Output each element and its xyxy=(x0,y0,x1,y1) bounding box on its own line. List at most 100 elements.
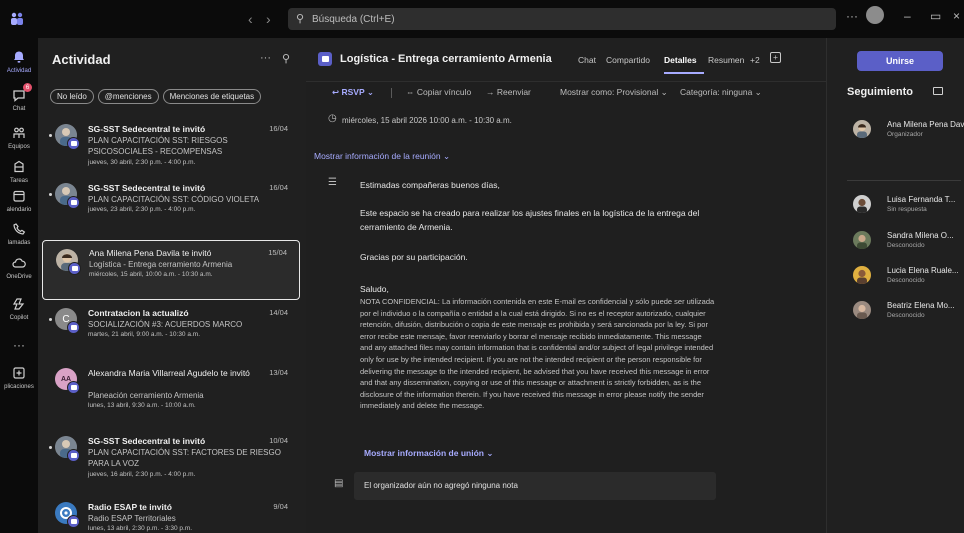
close-icon[interactable]: × xyxy=(953,9,960,23)
rail-label: Chat xyxy=(12,106,26,112)
attendee-name: Sandra Milena O... xyxy=(887,231,954,240)
category-label: Categoría: ninguna xyxy=(680,87,753,97)
attendee-status: Desconocido xyxy=(887,312,925,319)
attendee-item[interactable]: Sandra Milena O... Desconocido xyxy=(847,229,964,259)
rail-item-apps[interactable]: plicaciones xyxy=(0,360,38,404)
attendee-role: Organizador xyxy=(887,131,923,138)
disclaimer-text: NOTA CONFIDENCIAL: La información conten… xyxy=(360,297,715,411)
show-as-dropdown[interactable]: Mostrar como: Provisional ⌄ xyxy=(560,87,668,98)
meeting-notes-box[interactable]: El organizador aún no agregó ninguna not… xyxy=(354,472,716,500)
profile-avatar[interactable] xyxy=(866,6,884,24)
activity-search-icon[interactable]: ⚲ xyxy=(282,52,290,65)
avatar xyxy=(853,231,871,249)
add-tab-icon[interactable]: + xyxy=(770,52,781,63)
show-meeting-info-link[interactable]: Mostrar información de la reunión ⌄ xyxy=(314,151,450,162)
bell-icon xyxy=(10,48,28,66)
attendee-item[interactable]: Beatriz Elena Mo... Desconocido xyxy=(847,299,964,329)
rail-label: plicaciones xyxy=(4,384,34,390)
activity-more-icon[interactable]: ··· xyxy=(260,52,271,64)
back-nav-icon[interactable]: ‹ xyxy=(248,11,253,27)
tab-shared[interactable]: Compartido xyxy=(606,55,650,65)
calendar-icon xyxy=(318,52,332,66)
forward-label: Reenviar xyxy=(496,87,531,97)
meeting-header: Logística - Entrega cerramiento Armenia … xyxy=(306,38,826,82)
show-join-info-label: Mostrar información de unión xyxy=(364,448,484,458)
search-icon: ⚲ xyxy=(296,13,305,25)
filter-chips: No leído @menciones Menciones de etiquet… xyxy=(50,89,262,104)
attendee-item[interactable]: Lucia Elena Ruale... Desconocido xyxy=(847,264,964,294)
filter-unread[interactable]: No leído xyxy=(50,89,94,104)
attendee-status: Desconocido xyxy=(887,242,925,249)
feed-item[interactable]: Radio ESAP te invitó 9/04 Radio ESAP Ter… xyxy=(42,496,300,533)
phone-icon xyxy=(10,220,28,238)
filter-mentions[interactable]: @menciones xyxy=(97,89,159,104)
feed-item[interactable]: SG-SST Sedecentral te invitó 16/04 PLAN … xyxy=(42,177,300,219)
maximize-icon[interactable]: ▭ xyxy=(930,9,941,23)
more-options-icon[interactable]: ··· xyxy=(846,9,858,23)
salute: Saludo, xyxy=(360,284,389,294)
show-join-info-link[interactable]: Mostrar información de unión ⌄ xyxy=(364,448,493,459)
chat-badge: 6 xyxy=(23,83,32,92)
calendar-icon xyxy=(10,187,28,205)
tracking-title: Seguimiento xyxy=(847,86,914,98)
minimize-icon[interactable]: – xyxy=(904,9,911,23)
show-as-label: Mostrar como: Provisional xyxy=(560,87,659,97)
activity-pane: Actividad ··· ⚲ No leído @menciones Menc… xyxy=(38,38,306,533)
tab-chat[interactable]: Chat xyxy=(578,55,596,65)
attendee-status: Sin respuesta xyxy=(887,206,927,213)
calendar-badge-icon xyxy=(67,137,80,150)
tracking-pane: Unirse Seguimiento Ana Milena Pena Dav O… xyxy=(826,38,964,533)
tab-more[interactable]: +2 xyxy=(750,55,760,65)
calendar-badge-icon xyxy=(68,262,81,275)
chevron-down-icon: ⌄ xyxy=(364,87,374,97)
tab-summary[interactable]: Resumen xyxy=(708,55,744,65)
description-icon: ☰ xyxy=(328,177,337,188)
meeting-details: ◷ miércoles, 15 abril 2026 10:00 a.m. - … xyxy=(306,104,826,533)
organizer-item[interactable]: Ana Milena Pena Dav Organizador xyxy=(847,118,964,148)
meeting-title: Logística - Entrega cerramiento Armenia xyxy=(340,53,552,65)
copy-link-button[interactable]: ⇔ Copiar vínculo xyxy=(406,87,471,97)
feed-item-selected[interactable]: Ana Milena Pena Davila te invitó 15/04 L… xyxy=(42,240,300,300)
confidential-note: Saludo, NOTA CONFIDENCIAL: La informació… xyxy=(360,282,716,412)
chevron-down-icon: ⌄ xyxy=(658,87,668,97)
search-box[interactable]: ⚲ xyxy=(288,8,836,30)
notes-placeholder: El organizador aún no agregó ninguna not… xyxy=(364,481,518,490)
attendee-item[interactable]: Luisa Fernanda T... Sin respuesta xyxy=(847,193,964,223)
feed-item[interactable]: SG-SST Sedecentral te invitó 16/04 PLAN … xyxy=(42,118,300,166)
feed-item-title: Alexandra Maria Villarreal Agudelo te in… xyxy=(88,368,250,378)
feed-item-date: 13/04 xyxy=(269,368,288,377)
feed-item-date: 9/04 xyxy=(273,502,288,511)
feed-item[interactable]: C Contratacion la actualizó 14/04 SOCIAL… xyxy=(42,302,300,346)
feed-item-title: Ana Milena Pena Davila te invitó xyxy=(89,248,212,258)
calendar-badge-icon xyxy=(67,321,80,334)
search-input[interactable] xyxy=(312,11,812,27)
description-paragraph: Este espacio se ha creado para realizar … xyxy=(360,208,700,232)
calendar-badge-icon xyxy=(67,381,80,394)
avatar xyxy=(853,266,871,284)
teams-logo-icon[interactable] xyxy=(8,10,26,28)
toolbar-divider xyxy=(391,88,392,98)
clock-icon: ◷ xyxy=(328,113,337,124)
rail-label: OneDrive xyxy=(6,274,32,280)
filter-tag-mentions[interactable]: Menciones de etiquetas xyxy=(162,89,262,104)
rail-item-copilot[interactable]: Copilot xyxy=(0,291,38,335)
rail-label: lamadas xyxy=(7,240,31,246)
feed-item[interactable]: AA Alexandra Maria Villarreal Agudelo te… xyxy=(42,362,300,418)
calendar-badge-icon xyxy=(67,449,80,462)
feed-item-date: 14/04 xyxy=(269,308,288,317)
feed-item-time: lunes, 13 abril, 9:30 a.m. - 10:00 a.m. xyxy=(88,402,196,409)
rail-item-onedrive[interactable]: OneDrive xyxy=(0,250,38,294)
forward-button[interactable]: → Reenviar xyxy=(486,87,531,97)
tab-underline xyxy=(664,72,704,74)
chat-icon: 6 xyxy=(10,83,32,104)
teams-icon xyxy=(10,124,28,142)
more-apps-icon: ··· xyxy=(13,338,25,352)
rsvp-button[interactable]: ↩ RSVP ⌄ xyxy=(332,87,374,98)
feed-item[interactable]: SG-SST Sedecentral te invitó 10/04 PLAN … xyxy=(42,430,300,486)
category-dropdown[interactable]: Categoría: ninguna ⌄ xyxy=(680,87,762,98)
join-button[interactable]: Unirse xyxy=(857,51,943,71)
avatar xyxy=(853,120,871,138)
panel-toggle-icon[interactable] xyxy=(933,87,943,95)
forward-nav-icon[interactable]: › xyxy=(266,11,271,27)
tab-details[interactable]: Detalles xyxy=(664,55,697,65)
